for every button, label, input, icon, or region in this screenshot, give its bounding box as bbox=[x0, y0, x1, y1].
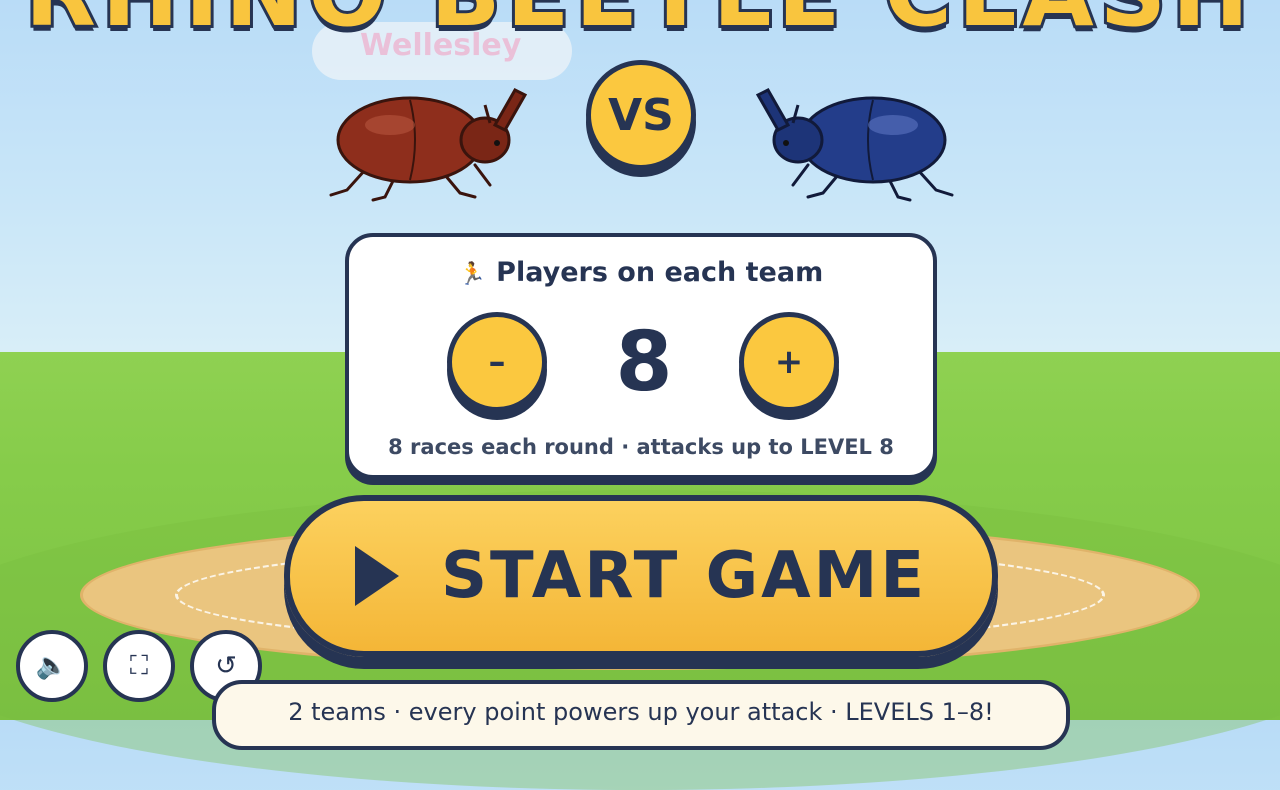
sound-icon: 🔈 bbox=[35, 651, 69, 681]
blue-beetle bbox=[755, 88, 954, 202]
decrease-players-button[interactable]: – bbox=[447, 312, 547, 412]
red-beetle bbox=[329, 88, 528, 202]
vs-badge: VS bbox=[586, 60, 696, 170]
sound-button[interactable]: 🔈 bbox=[16, 630, 88, 702]
play-icon bbox=[354, 546, 399, 606]
restart-icon: ↺ bbox=[215, 651, 237, 681]
fullscreen-icon: ⛶ bbox=[129, 650, 149, 681]
start-game-label: START GAME bbox=[440, 539, 928, 613]
players-card-title: 🏃 Players on each team bbox=[349, 257, 933, 288]
players-card: 🏃 Players on each team – 8 + 8 races each… bbox=[345, 233, 937, 479]
footer-info: 2 teams · every point powers up your att… bbox=[212, 680, 1070, 750]
players-card-subtitle: 8 races each round · attacks up to LEVEL… bbox=[388, 435, 894, 459]
fullscreen-button[interactable]: ⛶ bbox=[103, 630, 175, 702]
game-title: RHINO BEETLE CLASH bbox=[0, 0, 1280, 50]
increase-players-button[interactable]: + bbox=[739, 312, 839, 412]
players-count: 8 bbox=[615, 315, 673, 410]
players-card-title-text: Players on each team bbox=[496, 257, 824, 288]
runner-icon: 🏃 bbox=[458, 262, 487, 287]
start-game-button[interactable]: START GAME bbox=[284, 495, 998, 657]
